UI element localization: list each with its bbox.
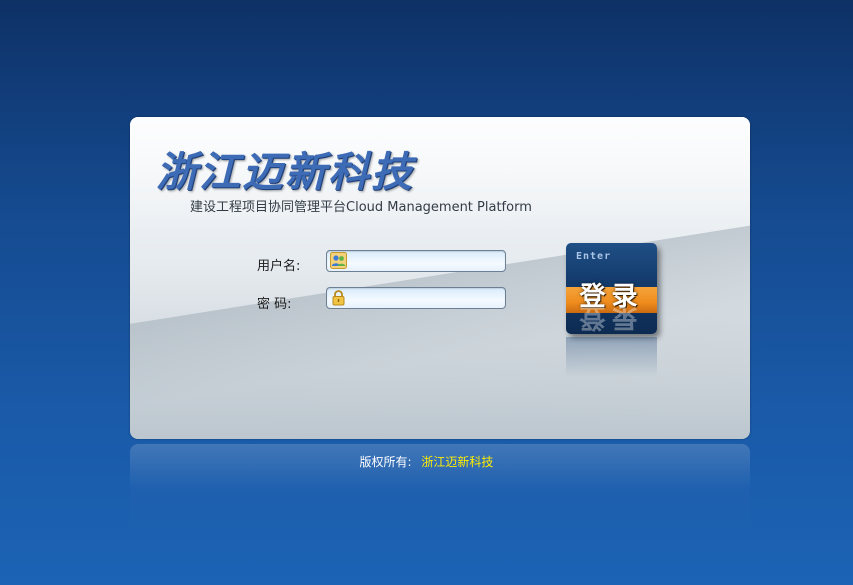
users-icon [330, 252, 347, 269]
enter-label: Enter [576, 251, 612, 262]
username-input[interactable] [349, 252, 499, 269]
login-button-reflection [566, 337, 657, 377]
username-field[interactable] [326, 250, 506, 272]
copyright-company: 浙江迈新科技 [421, 455, 494, 469]
login-button[interactable]: Enter 登录 登录 [566, 243, 657, 334]
password-field[interactable] [326, 287, 506, 309]
password-label: 密 码: [257, 297, 292, 312]
password-input[interactable] [349, 289, 499, 306]
login-label-reflection: 登录 [579, 302, 644, 332]
copyright-prefix: 版权所有: [359, 455, 412, 469]
lock-icon [332, 290, 345, 306]
subtitle: 建设工程项目协同管理平台Cloud Management Platform [190, 200, 532, 215]
username-label: 用户名: [257, 259, 301, 274]
brand-title: 浙江迈新科技 [156, 148, 414, 196]
footer: 版权所有: 浙江迈新科技 [0, 453, 853, 470]
